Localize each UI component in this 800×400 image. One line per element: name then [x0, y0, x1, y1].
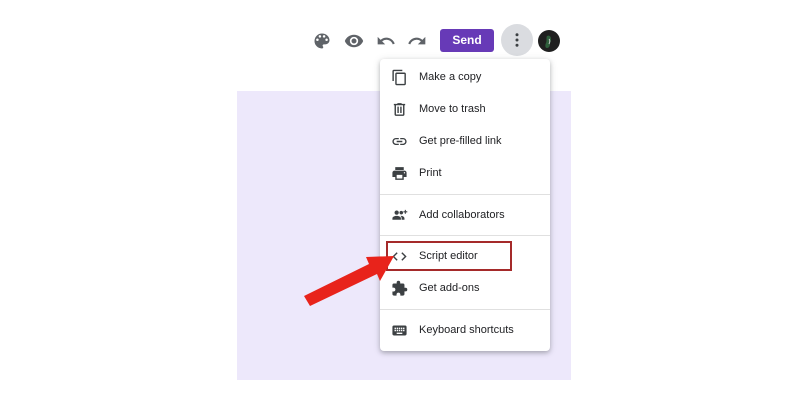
palette-icon[interactable]: [310, 29, 334, 53]
menu-item-label: Move to trash: [419, 103, 486, 115]
menu-item-get-pre-filled-link[interactable]: Get pre-filled link: [380, 125, 550, 157]
menu-item-get-add-ons[interactable]: Get add-ons: [380, 272, 550, 304]
send-button[interactable]: Send: [440, 29, 494, 52]
highlight-box: [386, 241, 512, 271]
menu-item-label: Keyboard shortcuts: [419, 324, 514, 336]
add-people-icon: [390, 206, 408, 224]
avatar[interactable]: [538, 30, 560, 52]
more-options-button[interactable]: [501, 24, 533, 56]
trash-icon: [390, 100, 408, 118]
menu-divider: [380, 235, 550, 236]
menu-item-label: Add collaborators: [419, 209, 505, 221]
menu-item-keyboard-shortcuts[interactable]: Keyboard shortcuts: [380, 314, 550, 346]
menu-item-label: Get pre-filled link: [419, 135, 502, 147]
red-arrow-icon: [304, 256, 394, 306]
more-options-menu: Make a copy Move to trash Get pre-filled…: [380, 59, 550, 351]
menu-item-make-a-copy[interactable]: Make a copy: [380, 61, 550, 93]
eye-icon[interactable]: [342, 29, 366, 53]
menu-item-print[interactable]: Print: [380, 157, 550, 189]
keyboard-icon: [390, 321, 408, 339]
undo-icon[interactable]: [374, 29, 398, 53]
menu-divider: [380, 309, 550, 310]
menu-item-move-to-trash[interactable]: Move to trash: [380, 93, 550, 125]
menu-item-add-collaborators[interactable]: Add collaborators: [380, 199, 550, 231]
menu-divider: [380, 194, 550, 195]
print-icon: [390, 164, 408, 182]
menu-item-label: Print: [419, 167, 442, 179]
menu-item-label: Make a copy: [419, 71, 482, 83]
redo-icon[interactable]: [405, 29, 429, 53]
menu-item-label: Get add-ons: [419, 282, 480, 294]
copy-icon: [390, 68, 408, 86]
more-vert-icon: [515, 33, 519, 47]
link-icon: [390, 132, 408, 150]
